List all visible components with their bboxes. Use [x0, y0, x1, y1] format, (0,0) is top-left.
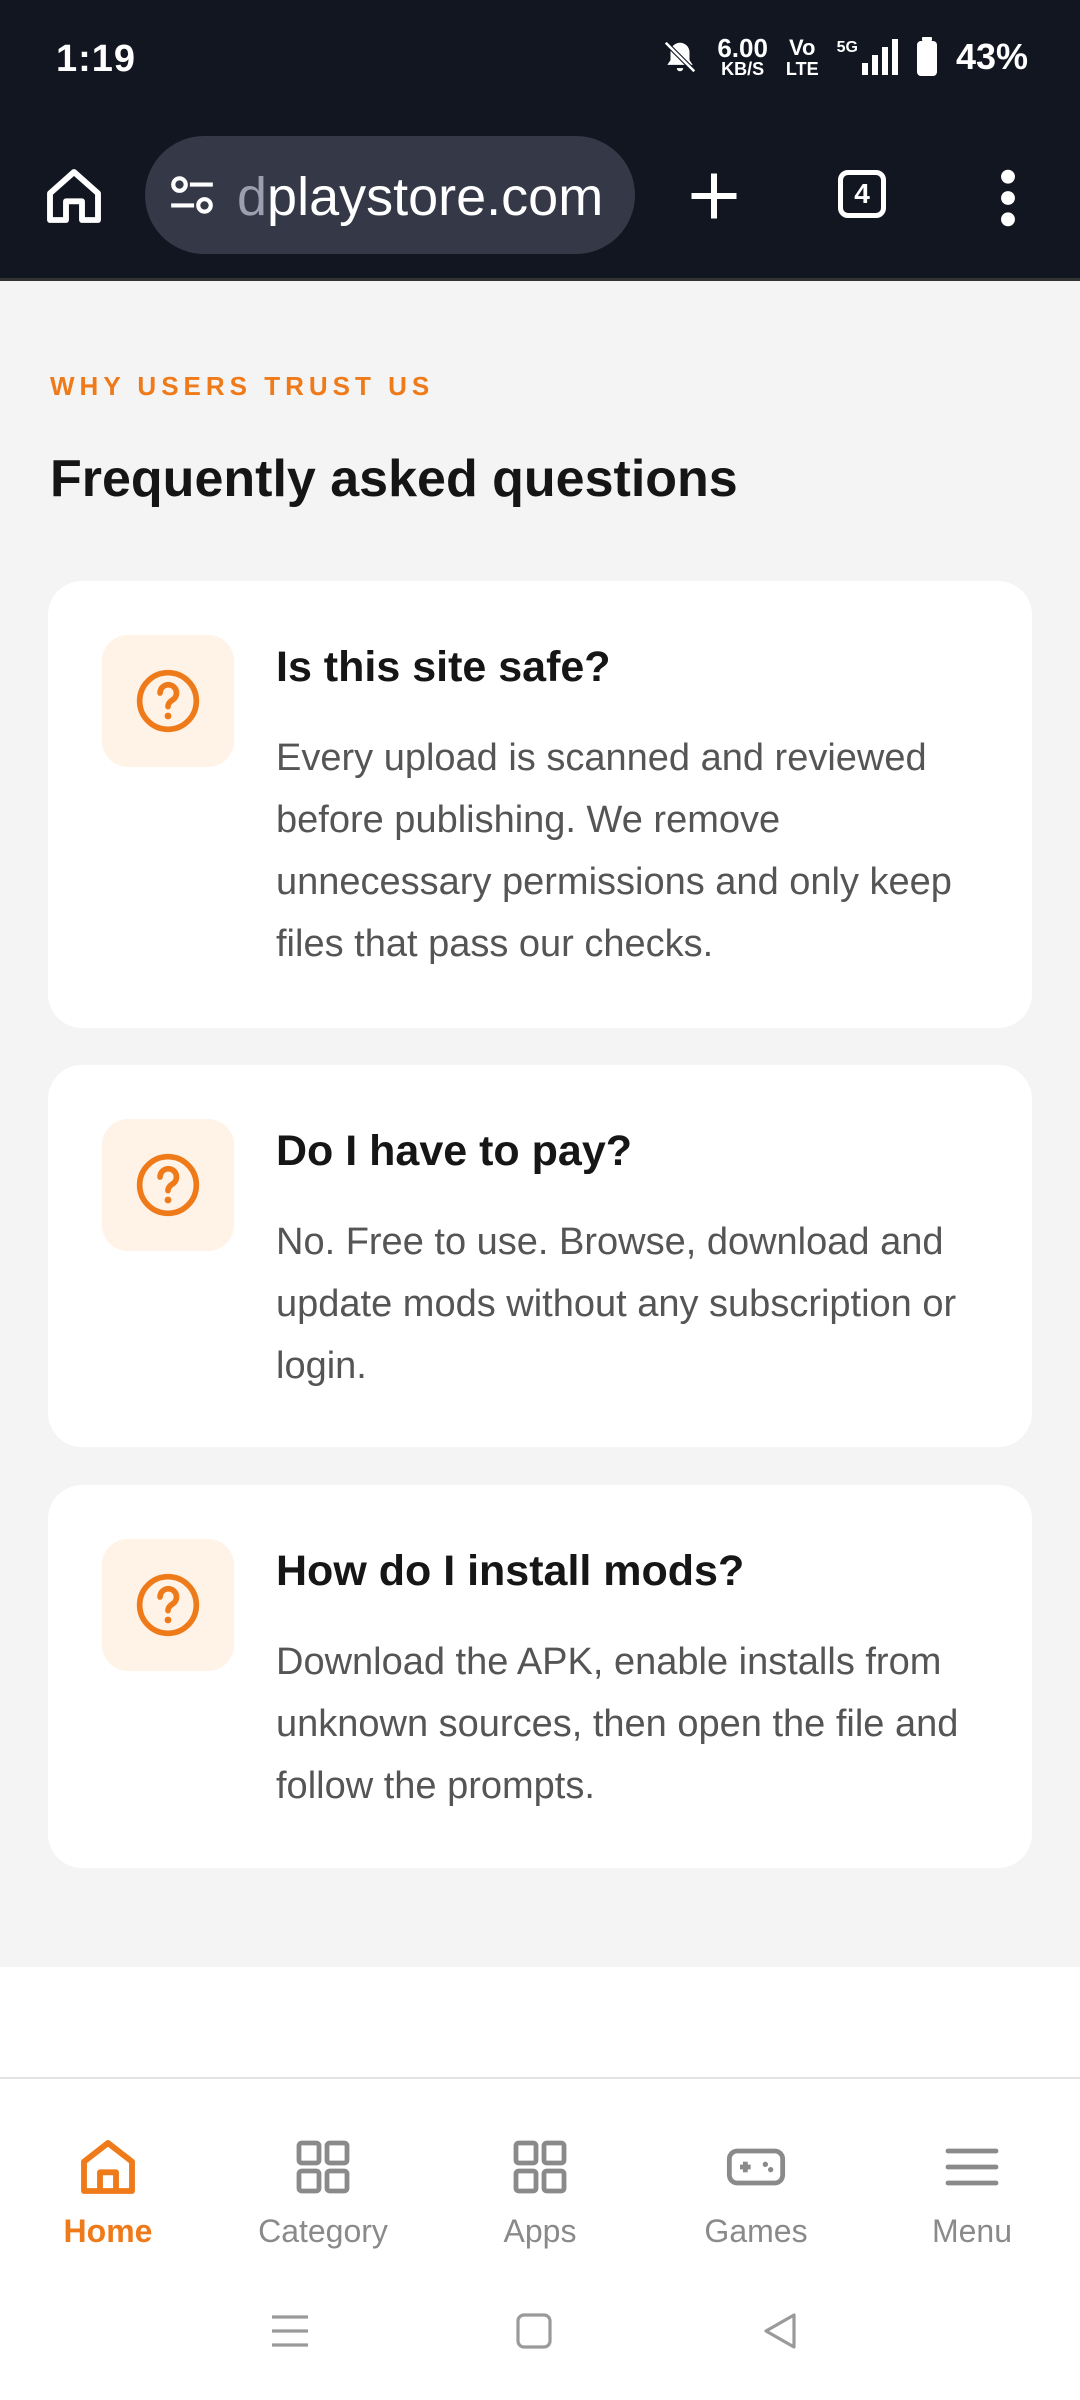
recent-apps-icon[interactable]: [266, 2307, 314, 2355]
faq-icon-box: [102, 1539, 234, 1671]
battery-icon: [916, 37, 937, 76]
faq-answer: Every upload is scanned and reviewed bef…: [276, 737, 952, 965]
home-icon: [81, 2140, 135, 2194]
nav-label: Games: [704, 2213, 808, 2249]
status-time: 1:19: [56, 38, 137, 80]
bottom-navigation: Home Category Apps Games Menu: [0, 2077, 1080, 2269]
status-icons: 6.00 KB/S Vo LTE 5G 43%: [661, 33, 1028, 79]
browser-toolbar: dplaystore.com 4: [0, 126, 1080, 281]
address-bar[interactable]: dplaystore.com: [145, 136, 635, 254]
faq-answer: Download the APK, enable installs from u…: [276, 1641, 959, 1807]
nav-label: Apps: [503, 2213, 577, 2249]
nav-apps[interactable]: Apps: [460, 2135, 620, 2255]
tab-switcher-button[interactable]: 4: [838, 170, 886, 218]
status-bar: 1:19 6.00 KB/S Vo LTE 5G 43%: [0, 0, 1080, 126]
nav-label: Category: [258, 2213, 388, 2249]
signal-icon: 5G: [837, 39, 898, 75]
nav-label: Menu: [931, 2213, 1013, 2249]
faq-card[interactable]: Do I have to pay? No. Free to use. Brows…: [48, 1065, 1032, 1447]
question-circle-icon: [136, 1153, 200, 1217]
question-circle-icon: [136, 1573, 200, 1637]
battery-percent: 43%: [955, 36, 1028, 77]
url-text: dplaystore.com: [237, 167, 604, 227]
faq-card[interactable]: Is this site safe? Every upload is scann…: [48, 581, 1032, 1028]
grid-icon: [513, 2140, 567, 2194]
faq-card[interactable]: How do I install mods? Download the APK,…: [48, 1485, 1032, 1868]
faq-icon-box: [102, 635, 234, 767]
site-settings-icon[interactable]: [167, 170, 217, 220]
faq-question: Do I have to pay?: [276, 1127, 633, 1175]
content-divider: [0, 1967, 1080, 2077]
nav-home[interactable]: Home: [28, 2135, 188, 2255]
new-tab-icon[interactable]: [684, 166, 744, 226]
menu-icon: [945, 2148, 999, 2186]
faq-question: Is this site safe?: [276, 643, 611, 691]
mute-notification-icon: [664, 41, 697, 73]
question-circle-icon: [136, 669, 200, 733]
browser-home-icon[interactable]: [42, 164, 106, 228]
nav-category[interactable]: Category: [243, 2135, 403, 2255]
nav-label: Home: [63, 2213, 153, 2249]
back-icon[interactable]: [756, 2307, 804, 2355]
faq-question: How do I install mods?: [276, 1547, 745, 1595]
home-system-icon[interactable]: [510, 2307, 558, 2355]
more-options-icon[interactable]: [990, 166, 1026, 230]
grid-icon: [296, 2140, 350, 2194]
nav-menu[interactable]: Menu: [892, 2135, 1052, 2255]
faq-icon-box: [102, 1119, 234, 1251]
faq-section: WHY USERS TRUST US Frequently asked ques…: [0, 281, 1080, 1967]
volte-indicator: Vo LTE: [785, 35, 819, 79]
faq-answer: No. Free to use. Browse, download and up…: [276, 1221, 957, 1387]
gamepad-icon: [726, 2148, 786, 2186]
net-speed: 6.00 KB/S: [717, 33, 768, 79]
section-eyebrow: WHY USERS TRUST US: [50, 371, 435, 401]
system-navigation-bar: [0, 2267, 1080, 2400]
section-title: Frequently asked questions: [50, 450, 738, 508]
nav-games[interactable]: Games: [676, 2135, 836, 2255]
